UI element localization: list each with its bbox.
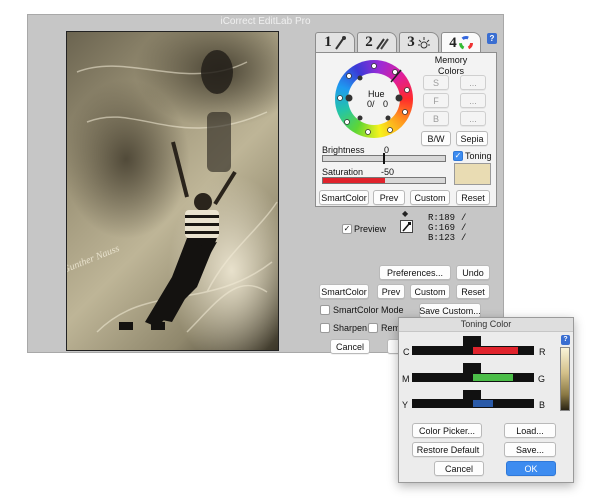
readout-b: B:123: [428, 233, 456, 243]
eyedropper-neutral-icon: [334, 35, 346, 50]
yb-slider-fill: [473, 400, 493, 407]
sharpen-checkbox[interactable]: [320, 323, 330, 333]
readout-g-sep: /: [461, 223, 467, 233]
tab-4-number: 4: [449, 34, 457, 51]
brightness-label: Brightness: [322, 145, 365, 155]
mg-slider-fill: [473, 374, 513, 381]
preview-checkbox[interactable]: ✓: [342, 224, 352, 234]
reset-button[interactable]: Reset: [456, 284, 490, 299]
panel-prev-button[interactable]: Prev: [373, 190, 405, 205]
eyedropper-pair-icon: [375, 37, 389, 50]
slider-b-label: B: [539, 400, 546, 410]
mg-slider-knob-top: [463, 363, 481, 373]
tab-4[interactable]: 4: [441, 32, 481, 53]
smartcolor-button[interactable]: SmartColor: [319, 284, 369, 299]
bw-button[interactable]: B/W: [421, 131, 451, 146]
diamond-marker: ◆: [402, 209, 409, 218]
panel-reset-button[interactable]: Reset: [456, 190, 490, 205]
restore-default-button[interactable]: Restore Default: [412, 442, 484, 457]
brightness-slider-thumb[interactable]: [383, 153, 385, 164]
cr-slider-knob-top: [463, 336, 481, 346]
tab-3[interactable]: 3: [399, 32, 439, 52]
toning-color-swatch[interactable]: [454, 163, 491, 185]
slider-c-label: C: [403, 347, 410, 357]
slider-m-label: M: [402, 374, 410, 384]
memory-slot-b-button[interactable]: B: [423, 111, 449, 126]
hue-value: 0/: [367, 99, 375, 109]
color-picker-button[interactable]: Color Picker...: [412, 423, 482, 438]
smartcolor-mode-label: SmartColor Mode: [333, 305, 404, 315]
cr-slider-fill: [473, 347, 518, 354]
slider-g-label: G: [538, 374, 546, 384]
slider-r-label: R: [539, 347, 546, 357]
photo-scene: [76, 50, 278, 333]
toning-dialog-help-icon[interactable]: ?: [561, 335, 570, 345]
memory-colors-title: Memory Colors: [434, 55, 468, 76]
color-wheel-icon: [458, 36, 473, 50]
main-window-title: iCorrect EditLab Pro: [220, 16, 311, 27]
saturation-value: -50: [381, 167, 395, 177]
slider-y-label: Y: [402, 400, 409, 410]
saturation-slider-fill: [323, 178, 385, 183]
photo-preview: Gunther Nauss: [66, 31, 279, 351]
readout-r-sep: /: [461, 213, 467, 223]
readout-g: G:169: [428, 223, 456, 233]
custom-button[interactable]: Custom: [410, 284, 450, 299]
readout-b-sep: /: [461, 233, 467, 243]
load-button[interactable]: Load...: [504, 423, 556, 438]
dialog-cancel-button[interactable]: Cancel: [434, 461, 484, 476]
tab-3-number: 3: [407, 34, 415, 50]
tab-2-number: 2: [365, 34, 373, 50]
memory-slot-s-dots-button[interactable]: ...: [460, 75, 486, 90]
readout-r: R:189: [428, 213, 456, 223]
preferences-button[interactable]: Preferences...: [379, 265, 451, 280]
eyedropper-glyph: [402, 222, 411, 232]
sepia-button[interactable]: Sepia: [456, 131, 488, 146]
panel-custom-button[interactable]: Custom: [410, 190, 450, 205]
panel-smartcolor-button[interactable]: SmartColor: [319, 190, 369, 205]
ok-button[interactable]: OK: [506, 461, 556, 476]
memory-slot-s-button[interactable]: S: [423, 75, 449, 90]
toning-dialog-title: Toning Color: [460, 319, 512, 329]
save-button[interactable]: Save...: [504, 442, 556, 457]
prev-button[interactable]: Prev: [377, 284, 405, 299]
eyedropper-icon[interactable]: [400, 220, 413, 233]
cancel-button[interactable]: Cancel: [330, 339, 370, 354]
undo-button[interactable]: Undo: [456, 265, 490, 280]
hue-value-2: 0: [383, 99, 389, 109]
preview-label: Preview: [354, 224, 387, 234]
memory-slot-f-button[interactable]: F: [423, 93, 449, 108]
save-custom-button[interactable]: Save Custom...: [419, 303, 481, 318]
help-icon-main[interactable]: ?: [487, 33, 497, 44]
toning-checkbox[interactable]: ✓: [453, 151, 463, 161]
remove-checkbox[interactable]: [368, 323, 378, 333]
memory-slot-f-dots-button[interactable]: ...: [460, 93, 486, 108]
saturation-label: Saturation: [322, 167, 364, 177]
tab-1-number: 1: [324, 34, 332, 50]
memory-slot-b-dots-button[interactable]: ...: [460, 111, 486, 126]
tab-1[interactable]: 1: [315, 32, 355, 52]
sharpen-label: Sharpen: [333, 323, 368, 333]
hue-label: Hue: [368, 89, 385, 99]
tab-2[interactable]: 2: [357, 32, 397, 52]
sun-brightness-icon: [417, 36, 430, 48]
toning-label: Toning: [465, 151, 492, 161]
smartcolor-mode-checkbox[interactable]: [320, 305, 330, 315]
tone-gradient-bar: [560, 347, 570, 411]
